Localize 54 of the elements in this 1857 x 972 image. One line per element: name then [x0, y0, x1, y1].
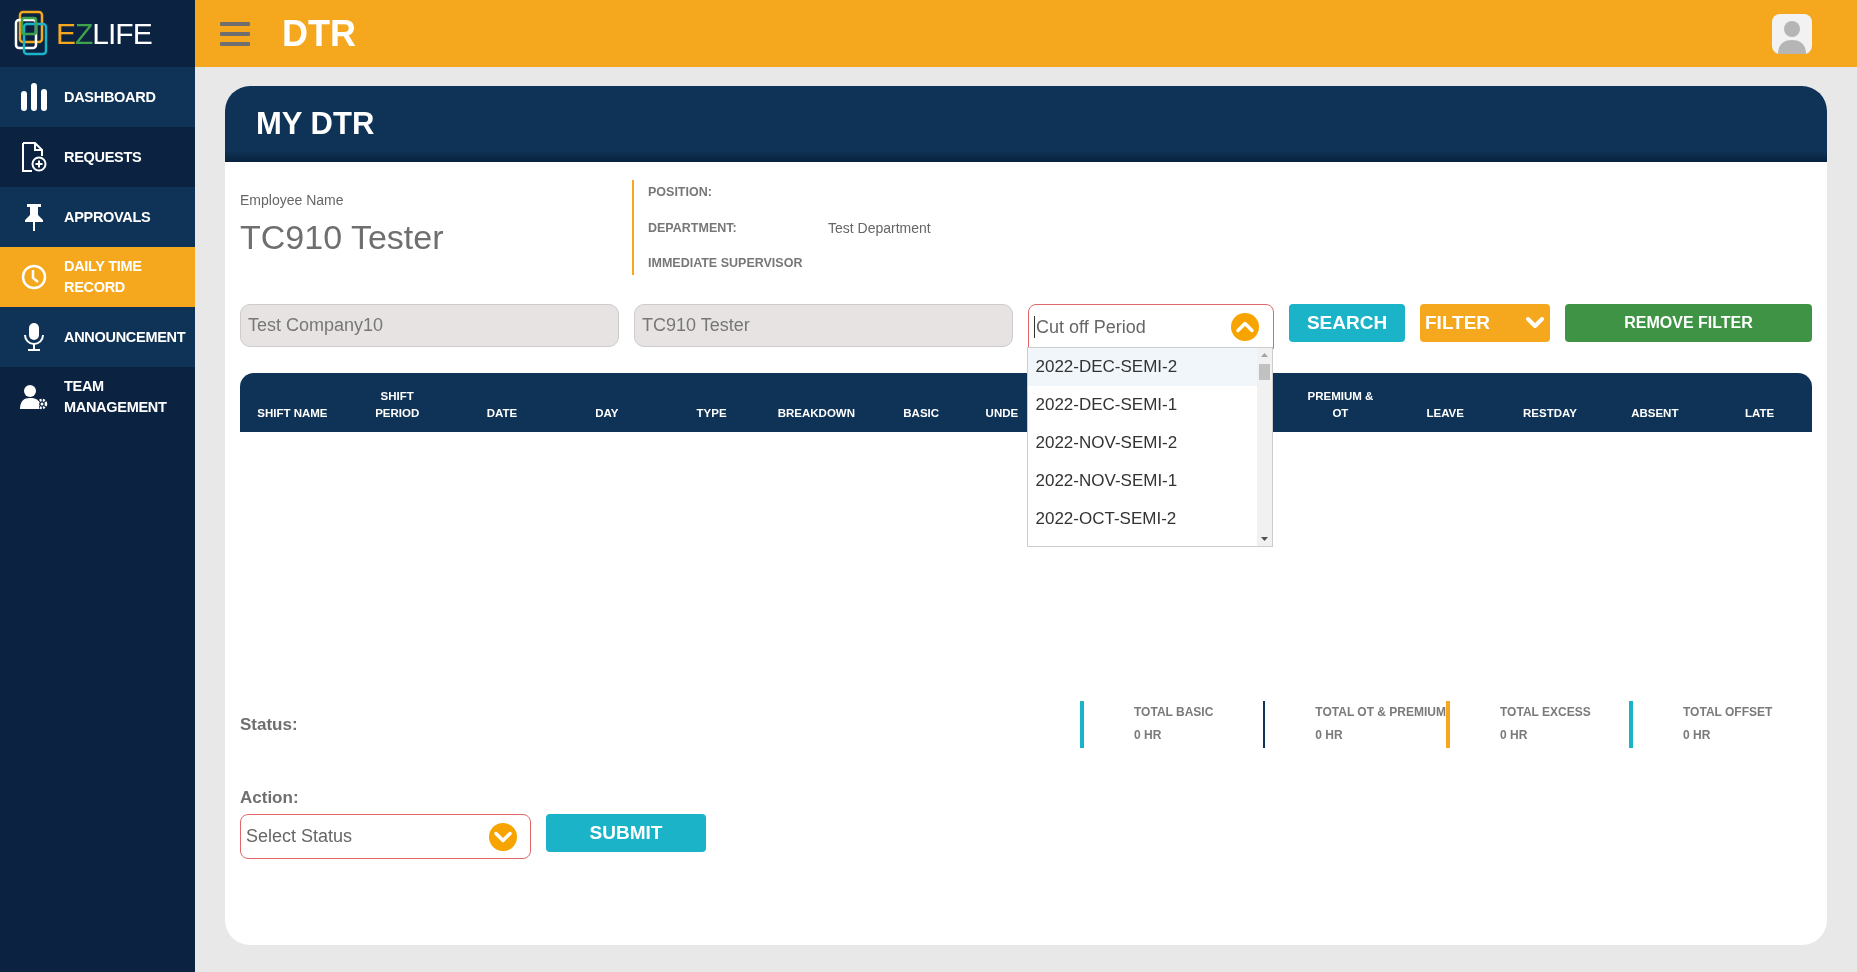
scrollbar[interactable]: [1256, 348, 1272, 546]
card-header: MY DTR: [225, 86, 1827, 162]
column-header: TYPE: [695, 406, 728, 421]
sidebar-item[interactable]: APPROVALS: [0, 187, 195, 247]
bar-chart-icon: [21, 83, 47, 111]
sidebar-item[interactable]: ANNOUNCEMENT: [0, 307, 195, 367]
caret-up-icon[interactable]: [1231, 312, 1259, 341]
total-value: 0 HR: [1134, 728, 1163, 742]
column-header: RESTDAY: [1522, 406, 1578, 421]
total-label: TOTAL BASIC: [1134, 705, 1214, 719]
logo-text: EZLIFE: [56, 16, 152, 51]
total-value: 0 HR: [1683, 728, 1712, 742]
column-header: BASIC: [902, 406, 941, 421]
caret-down-icon: [1525, 316, 1545, 330]
dropdown-option[interactable]: 2022-NOV-SEMI-2: [1027, 424, 1257, 462]
detail-label: DEPARTMENT:: [648, 220, 738, 235]
sidebar-item[interactable]: DASHBOARD: [0, 67, 195, 127]
employee-name: TC910 Tester: [240, 218, 445, 257]
remove-filter-button[interactable]: REMOVE FILTER: [1565, 304, 1812, 342]
total-label: TOTAL OT & PREMIUM: [1315, 705, 1446, 719]
column-header: BREAKDOWN: [776, 406, 857, 421]
column-header: UNDE: [984, 406, 1020, 421]
caret-down-icon[interactable]: [489, 822, 517, 851]
column-header: SHIFT PERIOD: [374, 389, 421, 421]
page-title: DTR: [282, 12, 357, 55]
column-header: DAY: [594, 406, 620, 421]
dropdown-option[interactable]: 2022-NOV-SEMI-1: [1027, 462, 1257, 500]
action-label: Action:: [240, 788, 300, 808]
document-plus-icon: [21, 142, 47, 172]
pushpin-icon: [22, 203, 46, 231]
column-header: LATE: [1744, 406, 1776, 421]
column-header: LEAVE: [1425, 406, 1465, 421]
clock-icon: [21, 264, 47, 290]
status-select[interactable]: Select Status: [240, 814, 531, 859]
menu-icon[interactable]: [220, 21, 250, 46]
column-header: PREMIUM & OT: [1306, 389, 1375, 421]
column-header: DATE: [485, 406, 519, 421]
microphone-icon: [23, 322, 45, 352]
dropdown-option[interactable]: 2022-DEC-SEMI-2: [1027, 348, 1257, 386]
total-value: 0 HR: [1500, 728, 1529, 742]
detail-label: IMMEDIATE SUPERVISOR: [648, 256, 804, 270]
field-label: Employee Name: [240, 192, 345, 208]
dropdown-option[interactable]: 2022-OCT-SEMI-2: [1027, 500, 1257, 538]
avatar-icon[interactable]: [1772, 13, 1812, 54]
detail-value: Test Department: [828, 219, 931, 236]
user-gear-icon: [20, 384, 48, 410]
total-label: TOTAL EXCESS: [1500, 705, 1591, 719]
total-label: TOTAL OFFSET: [1683, 705, 1773, 719]
total-value: 0 HR: [1315, 728, 1344, 742]
dropdown-option[interactable]: 2022-DEC-SEMI-1: [1027, 386, 1257, 424]
detail-label: POSITION:: [648, 185, 713, 199]
column-header: ABSENT: [1630, 406, 1680, 421]
column-header: SHIFT NAME: [256, 406, 329, 421]
status-label: Status:: [240, 714, 299, 735]
